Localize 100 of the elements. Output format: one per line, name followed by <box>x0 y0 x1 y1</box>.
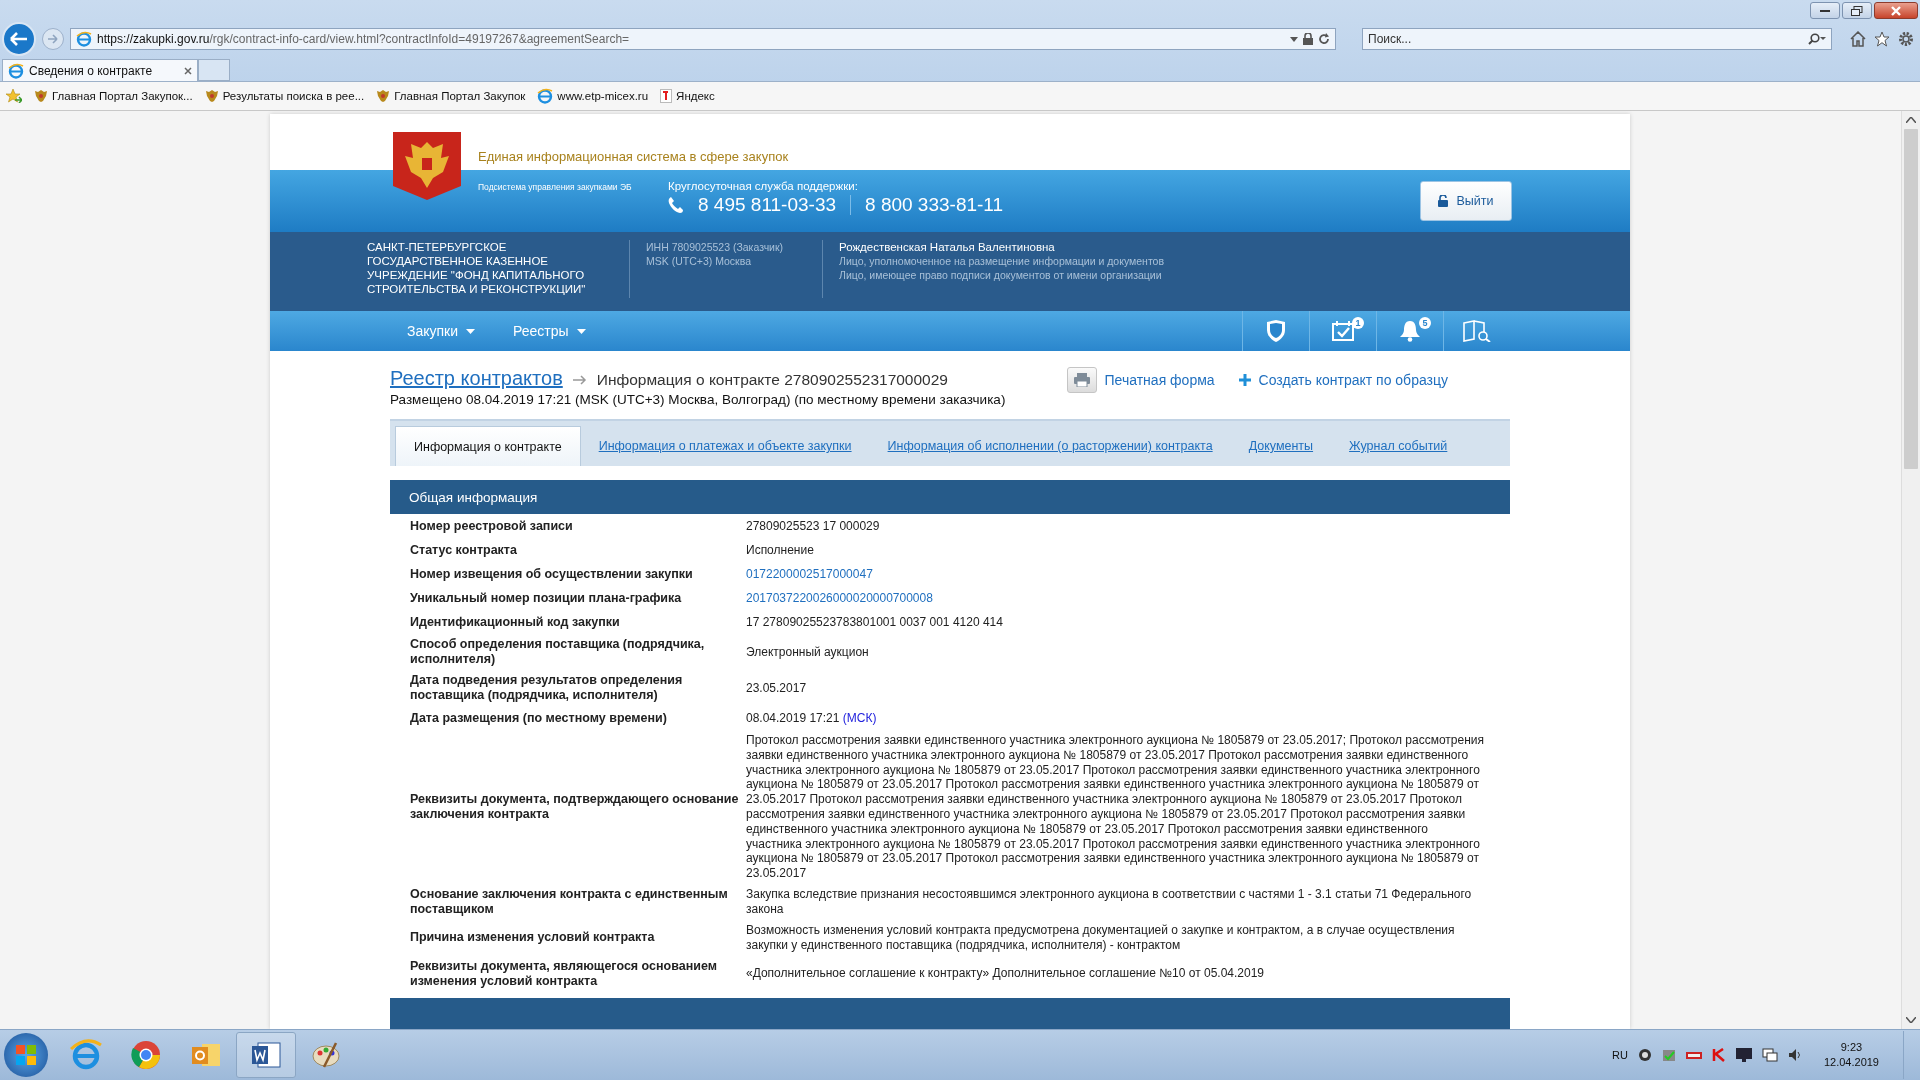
support-label: Круглосуточная служба поддержки: <box>668 180 859 192</box>
emblem-icon <box>34 89 48 103</box>
value-link[interactable]: 2017037220026000020000700008 <box>746 590 1486 606</box>
logout-button[interactable]: Выйти <box>1420 181 1512 221</box>
tab[interactable]: Информация о контракте <box>395 426 581 466</box>
printer-button[interactable] <box>1066 367 1097 393</box>
field-value: Электронный аукцион <box>746 644 870 660</box>
field-value: 17 27809025523783801001 0037 001 4120 414 <box>746 614 1004 630</box>
search-field[interactable]: Поиск... <box>1362 28 1832 50</box>
user-name: Рождественская Наталья Валентиновна <box>839 240 1056 254</box>
timezone-label: (МСК) <box>842 710 877 725</box>
favorite-link[interactable]: Главная Портал Закупок <box>376 89 526 103</box>
language-indicator[interactable]: RU <box>1612 1049 1628 1061</box>
scroll-up-icon[interactable] <box>1906 117 1916 123</box>
field-label: Уникальный номер позиции плана-графика <box>410 590 683 606</box>
clock[interactable]: 9:23 12.04.2019 <box>1823 1040 1879 1070</box>
calendar-check-icon[interactable] <box>1332 321 1354 341</box>
field-label: Идентификационный код закупки <box>410 614 621 630</box>
arrow-right-icon <box>572 375 587 385</box>
close-tab-icon[interactable] <box>184 66 192 75</box>
field-label: Номер реестровой записи <box>410 518 574 534</box>
field-label: Дата подведения результатов определения поставщика (подрядчика, исполнителя) <box>410 673 684 703</box>
favorites-add-icon[interactable] <box>6 89 22 103</box>
timezone-label: MSK (UTC+3) Москва <box>646 254 752 268</box>
tab[interactable]: Информация об исполнении (о расторжении) контракта <box>869 426 1231 466</box>
book-search-icon[interactable] <box>1463 320 1491 342</box>
field-value: Возможность изменения условий контракта предусмотрена документацией о закупке и контрактом, а в случае осуществления закупки у единственного поставщика (подрядчика, исполнителя) - контрактом <box>746 922 1456 953</box>
field-label: Реквизиты документа, подтверждающего основание заключения контракта <box>410 792 740 822</box>
count-badge: 1 <box>1352 317 1364 329</box>
forward-arrow-icon <box>47 34 59 44</box>
phone-number: 8 800 333-81-11 <box>865 194 1004 216</box>
plus-icon <box>1238 374 1251 386</box>
coat-of-arms-icon <box>393 132 461 200</box>
shield-icon[interactable] <box>1266 320 1286 342</box>
ie-icon <box>8 62 24 79</box>
scrollbar[interactable] <box>1901 111 1920 1029</box>
favorite-link[interactable]: Яндекс <box>660 89 715 103</box>
emblem-icon <box>376 89 391 103</box>
printer-icon <box>1073 373 1090 387</box>
user-role: Лицо, уполномоченное на размещение информации и документов <box>839 254 1164 268</box>
favorite-link[interactable]: Результаты поиска в рее... <box>204 89 365 103</box>
restore-icon <box>1851 5 1863 16</box>
tab[interactable]: Документы <box>1230 426 1332 466</box>
home-icon[interactable] <box>1850 31 1866 47</box>
tab[interactable]: Информация о платежах и объекте закупки <box>580 426 870 466</box>
field-label: Реквизиты документа, являющегося основанием изменения условий контракта <box>410 958 718 989</box>
start-button[interactable] <box>4 1033 48 1077</box>
yandex-icon <box>660 89 673 103</box>
ie-icon <box>70 1039 102 1071</box>
print-form-link[interactable]: Печатная форма <box>1066 367 1215 393</box>
tray-check-icon[interactable] <box>1661 1048 1676 1062</box>
taskbar-app-button[interactable] <box>236 1032 296 1078</box>
tray-monitor-icon[interactable] <box>1735 1048 1752 1062</box>
back-button[interactable] <box>2 22 36 56</box>
field-value: Исполнение <box>746 542 815 558</box>
field-value: «Дополнительное соглашение к контракту» Дополнительное соглашение №10 от 05.04.2019 <box>746 966 1266 981</box>
tray-device-icon[interactable] <box>1685 1049 1702 1061</box>
settings-icon[interactable] <box>1898 31 1914 47</box>
favorite-link[interactable]: Главная Портал Закупок... <box>34 89 193 103</box>
bell-icon[interactable] <box>1399 320 1421 342</box>
field-label: Причина изменения условий контракта <box>410 930 656 946</box>
dropdown-icon <box>1290 36 1298 42</box>
breadcrumb-link[interactable]: Реестр контрактов <box>390 367 563 390</box>
minimize-button[interactable] <box>1810 2 1840 19</box>
page-title: Информация о контракте 2780902552317000029 <box>596 371 948 389</box>
value-link[interactable]: 0172200002517000047 <box>746 566 1486 582</box>
tray-k-icon[interactable] <box>1711 1048 1726 1062</box>
emblem-icon <box>204 89 219 103</box>
create-contract-link[interactable]: Создать контракт по образцу <box>1238 372 1448 388</box>
close-button[interactable] <box>1874 2 1918 19</box>
phone-icon <box>668 196 684 214</box>
address-field[interactable]: https://zakupki.gov.ru/rgk/contract-info-card/view.html?contractInfoId=49197267&agreementSearch= <box>70 28 1336 50</box>
section-header: Общая информация <box>390 480 1510 514</box>
field-label: Способ определения поставщика (подрядчика, исполнителя) <box>410 637 706 667</box>
subsystem-label: Подсистема управления закупками ЭБ <box>478 182 633 192</box>
field-value: 23.05.2017 <box>746 680 808 696</box>
field-value: Закупка вследствие признания несостоявшимся электронного аукциона в соответствии с частями 1 - 3.1 статьи 71 Федерального закона <box>746 887 1473 917</box>
refresh-icon <box>1318 33 1330 45</box>
ie-icon <box>537 88 554 104</box>
favorite-link[interactable]: www.etp-micex.ru <box>537 88 649 104</box>
placement-date: Размещено 08.04.2019 17:21 (MSK (UTC+3) Москва, Волгоград) (по местному времени заказчика) <box>390 392 1006 407</box>
field-value: 08.04.2019 17:21 <box>746 710 840 725</box>
inn-label: ИНН 7809025523 (Заказчик) <box>646 240 785 254</box>
scroll-thumb[interactable] <box>1904 129 1918 469</box>
browser-tab[interactable]: Сведения о контракте <box>2 59 198 81</box>
back-arrow-icon <box>10 32 28 46</box>
favorites-star-icon[interactable] <box>1874 31 1890 47</box>
windows-logo-icon <box>15 1044 37 1066</box>
tray-shield-icon[interactable] <box>1637 1048 1652 1062</box>
scroll-down-icon[interactable] <box>1906 1017 1916 1023</box>
field-label: Основание заключения контракта с единственным поставщиком <box>410 886 729 917</box>
caret-icon <box>576 328 586 334</box>
tab[interactable]: Журнал событий <box>1331 426 1466 466</box>
close-icon <box>1891 5 1901 16</box>
field-label: Дата размещения (по местному времени) <box>410 710 668 726</box>
chrome-icon <box>130 1039 162 1071</box>
site-title: Единая информационная система в сфере закупок <box>478 149 789 164</box>
restore-button[interactable] <box>1842 2 1872 19</box>
tray-network-icon[interactable] <box>1761 1048 1778 1062</box>
field-value: Протокол рассмотрения заявки единственного участника электронного аукциона № 1805879 от 23.05.2017; Протокол рассмотрения заявки единственного участника электронного аукциона № 1805879 от 23.05.2017 Протокол рассмотрения заявки единственного участника электронного аукциона № 1805879 от 23.05.2017 Протокол рассмотрения заявки единственного участника электронного аукциона № 1805879 от 23.05.2017 Протокол рассмотрения заявки единственного участника электронного аукциона № 1805879 от 23.05.2017 Протокол рассмотрения заявки единственного участника электронного аукциона № 1805879 от 23.05.2017 Протокол рассмотрения заявки единственного участника электронного аукциона № 1805879 от 23.05.2017 Протокол рассмотрения заявки единственного участника электронного аукциона № 1805879 от 23.05.2017 Протокол рассмотрения заявки единственного участника электронного аукциона № 1805879 от 23.05.2017 Протокол рассмотрения заявки единственного участника электронного аукциона № 1805879 от 23.05.2017 Протокол рассмотрения заявки единственного участника электронного аукциона № 1805879 от 23.05.2017 <box>746 733 1485 881</box>
